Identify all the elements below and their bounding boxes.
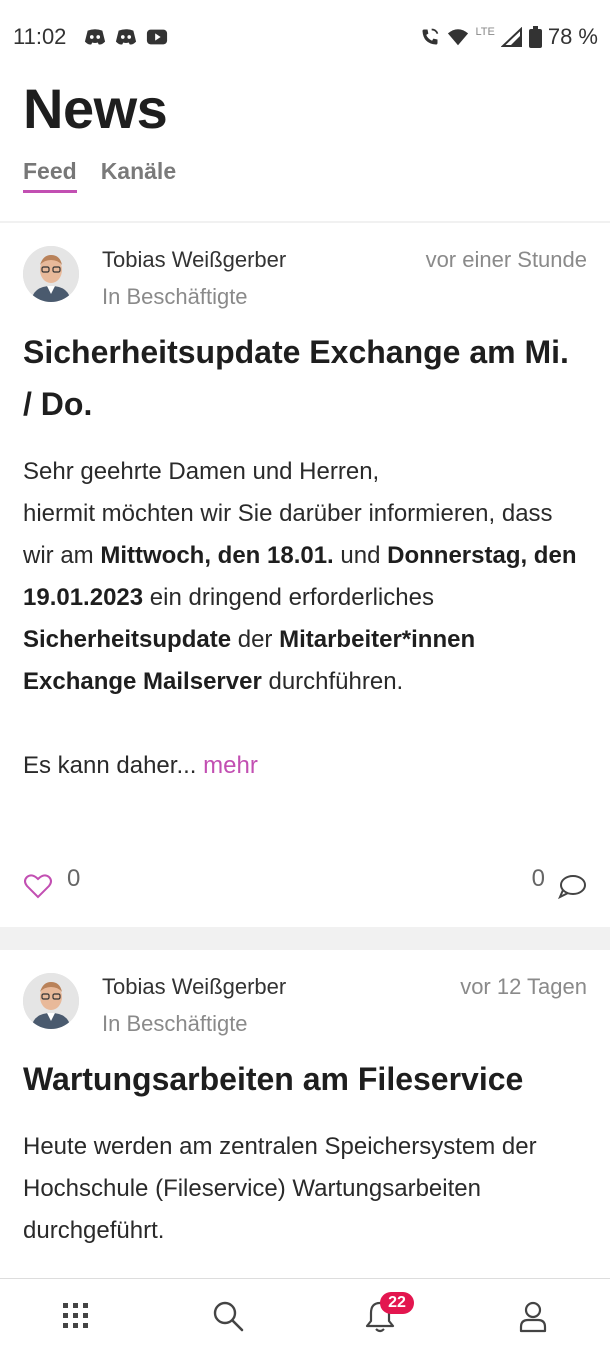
search-icon[interactable] bbox=[211, 1299, 245, 1333]
youtube-icon bbox=[146, 29, 168, 45]
post-card[interactable]: Tobias Weißgerber In Beschäftigte vor ei… bbox=[0, 223, 610, 927]
like-button[interactable]: 0 bbox=[23, 865, 81, 900]
wifi-call-icon bbox=[422, 28, 439, 45]
post-channel[interactable]: In Beschäftigte bbox=[102, 1011, 248, 1037]
body-continuation: Es kann daher... mehr bbox=[23, 752, 258, 779]
avatar[interactable] bbox=[23, 973, 79, 1029]
post-body[interactable]: Sehr geehrte Damen und Herren, hiermit m… bbox=[23, 451, 588, 787]
post-channel[interactable]: In Beschäftigte bbox=[102, 284, 248, 310]
news-header: News Feed Kanäle bbox=[0, 76, 610, 221]
post-author[interactable]: Tobias Weißgerber bbox=[102, 247, 286, 273]
like-count: 0 bbox=[67, 865, 81, 892]
body-paragraph: hiermit möchten wir Sie darüber informie… bbox=[23, 500, 577, 695]
post-title[interactable]: Wartungsarbeiten am Fileservice bbox=[23, 1053, 583, 1105]
person-photo bbox=[23, 246, 79, 302]
notification-badge: 22 bbox=[380, 1292, 414, 1314]
network-type: LTE bbox=[475, 26, 495, 38]
battery-icon bbox=[528, 26, 542, 48]
page-title: News bbox=[23, 77, 168, 140]
tab-bar: Feed Kanäle bbox=[23, 158, 176, 193]
status-time: 11:02 bbox=[13, 24, 67, 49]
person-photo bbox=[23, 973, 79, 1029]
signal-icon bbox=[500, 27, 522, 47]
post-time: vor einer Stunde bbox=[425, 247, 587, 272]
discord-icon bbox=[84, 29, 106, 45]
comment-button[interactable]: 0 bbox=[531, 865, 587, 900]
apps-grid-icon[interactable] bbox=[59, 1299, 93, 1333]
read-more-link[interactable]: mehr bbox=[203, 752, 258, 779]
comment-icon bbox=[558, 875, 586, 900]
profile-icon[interactable] bbox=[516, 1299, 550, 1333]
heart-icon bbox=[24, 874, 52, 899]
post-card[interactable]: Tobias Weißgerber In Beschäftigte vor 12… bbox=[0, 950, 610, 1278]
post-author[interactable]: Tobias Weißgerber bbox=[102, 974, 286, 1000]
body-greeting: Sehr geehrte Damen und Herren, bbox=[23, 458, 380, 485]
system-status: LTE 78 % bbox=[419, 24, 598, 50]
tab-channels[interactable]: Kanäle bbox=[101, 158, 176, 193]
discord-icon bbox=[115, 29, 137, 45]
post-body[interactable]: Heute werden am zentralen Speichersystem… bbox=[23, 1126, 588, 1252]
battery-level: 78 % bbox=[547, 24, 598, 49]
comment-count: 0 bbox=[531, 865, 545, 892]
tab-feed[interactable]: Feed bbox=[23, 158, 77, 193]
post-title[interactable]: Sicherheitsupdate Exchange am Mi. / Do. bbox=[23, 326, 583, 430]
post-time: vor 12 Tagen bbox=[460, 974, 587, 999]
status-bar: 11:02 LTE 78 % bbox=[0, 0, 610, 76]
notification-icons bbox=[84, 27, 168, 47]
bottom-navigation: 22 bbox=[0, 1278, 610, 1349]
wifi-icon bbox=[448, 29, 469, 46]
avatar[interactable] bbox=[23, 246, 79, 302]
